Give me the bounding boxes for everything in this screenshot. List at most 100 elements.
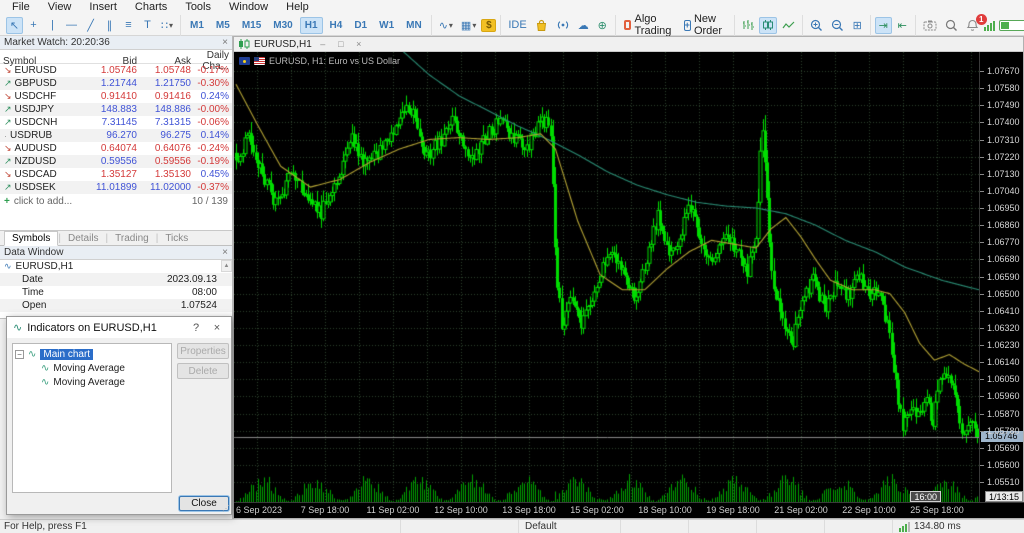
market-watch-header[interactable]: Market Watch: 20:20:36 × [0,36,232,50]
ide-button[interactable]: IDE [505,17,529,34]
market-watch-column-headers[interactable]: Symbol Bid Ask Daily Cha... [0,50,232,72]
timeframe-d1[interactable]: D1 [349,17,372,34]
delete-button[interactable]: Delete [177,363,229,379]
table-row[interactable]: ↗ GBPUSD 1.21744 1.21750 -0.30% [0,77,232,90]
horizontal-line-tool-icon[interactable]: ― [63,17,80,34]
timeframe-m30[interactable]: M30 [268,17,297,34]
table-row[interactable]: ↗ USDJPY 148.883 148.886 -0.00% [0,103,232,116]
zoom-in-icon[interactable] [807,17,826,34]
close-icon[interactable]: × [222,37,228,48]
tab-ticks[interactable]: Ticks [158,232,195,245]
market-bag-icon[interactable] [532,17,551,34]
properties-button[interactable]: Properties [177,343,229,359]
maximize-icon[interactable]: □ [334,39,348,49]
cloud-vps-icon[interactable]: ☁ [575,17,592,34]
table-row[interactable]: ↗ USDSEK 11.01899 11.02000 -0.37% [0,181,232,194]
price-chart-canvas[interactable] [234,52,981,504]
tab-symbols[interactable]: Symbols [4,231,59,246]
chart-window-titlebar[interactable]: EURUSD,H1 – □ × [234,37,1023,52]
chart-plot-area[interactable]: EURUSD, H1: Euro vs US Dollar 16:00 1/13… [234,52,1023,504]
price-tick-label: 1.06230 [980,340,1023,350]
tree-indicator-item[interactable]: ∿ Moving Average [15,375,169,389]
status-latency[interactable]: 134.80 ms [892,520,1024,533]
table-row[interactable]: · USDRUB 96.270 96.275 0.14% [0,129,232,142]
close-icon[interactable]: × [352,39,366,49]
minimize-icon[interactable]: – [316,39,330,49]
chevron-down-icon[interactable]: ▾ [449,21,453,30]
screenshot-camera-icon[interactable] [920,17,940,34]
table-row[interactable]: ↗ NZDUSD 0.59556 0.59556 -0.19% [0,155,232,168]
candlestick-mode-icon[interactable] [758,16,777,34]
web-terminal-globe-icon[interactable]: ⊕ [594,17,611,34]
chart-shift-icon[interactable]: ⇤ [894,17,911,34]
tab-details[interactable]: Details [61,232,106,245]
price-tick-label: 1.05870 [980,409,1023,419]
close-icon[interactable]: × [209,322,225,334]
fibonacci-tool-icon[interactable]: ≡ [120,17,137,34]
price-tick-label: 1.06680 [980,254,1023,264]
timeframe-m15[interactable]: M15 [237,17,266,34]
scroll-up-arrow[interactable]: ▲ [221,260,232,272]
deposit-icon[interactable]: $ [481,18,497,32]
menu-charts[interactable]: Charts [126,0,176,15]
connection-status[interactable] [983,19,1024,31]
data-window-symbol-row[interactable]: ∿ EURUSD,H1 [0,260,232,273]
menu-view[interactable]: View [39,0,81,15]
close-icon[interactable]: × [222,247,228,258]
data-window-header[interactable]: Data Window × [0,246,232,260]
indicators-tree[interactable]: − ∿ Main chart ∿ Moving Average ∿ Moving Av… [12,343,172,493]
vertical-line-tool-icon[interactable]: | [44,17,61,34]
cursor-tool-icon[interactable]: ↖ [6,16,23,34]
toolbar-group-zoom: ⊞ [803,14,871,36]
market-watch-body: ↘ EURUSD 1.05746 1.05748 -0.17% ↗ GBPUSD 1.2174… [0,64,232,194]
trendline-tool-icon[interactable]: ╱ [82,17,99,34]
tree-indicator-item[interactable]: ∿ Moving Average [15,361,169,375]
price-tick-label: 1.06770 [980,237,1023,247]
algo-trading-button[interactable]: Algo Trading [620,13,678,37]
crosshair-tool-icon[interactable]: + [25,17,42,34]
price-axis[interactable]: 1.05746 1.07670 1.07580 1.07490 1.07400 1.07… [979,52,1023,504]
indicators-dialog-titlebar[interactable]: ∿ Indicators on EURUSD,H1 ? × [7,317,231,338]
help-button[interactable]: ? [188,322,204,334]
indicators-list-icon[interactable]: ∿ ▾ [436,17,456,34]
resize-grip[interactable]: ⋰ [222,504,230,513]
table-row[interactable]: ↗ USDCNH 7.31145 7.31315 -0.06% [0,116,232,129]
status-cell [824,520,892,533]
table-row[interactable]: ↘ AUDUSD 0.64074 0.64076 -0.24% [0,142,232,155]
tab-trading[interactable]: Trading [108,232,156,245]
bar-chart-mode-icon[interactable] [739,17,757,34]
shapes-tool-icon[interactable]: ∷ ▾ [158,17,176,34]
menu-insert[interactable]: Insert [80,0,126,15]
tile-windows-icon[interactable]: ⊞ [849,17,866,34]
new-order-button[interactable]: + New Order [680,13,730,37]
menu-tools[interactable]: Tools [176,0,220,15]
tree-collapse-icon[interactable]: − [15,349,24,359]
chevron-down-icon[interactable]: ▾ [169,21,173,30]
objects-list-icon[interactable]: ▦ ▾ [458,17,479,34]
search-icon[interactable] [942,17,961,34]
menu-window[interactable]: Window [220,0,277,15]
time-axis[interactable]: 6 Sep 2023 7 Sep 18:00 11 Sep 02:00 12 Sep … [234,502,1024,518]
signals-broadcast-icon[interactable] [553,17,573,34]
timeframe-h4[interactable]: H4 [325,17,348,34]
chevron-down-icon[interactable]: ▾ [472,21,476,30]
timeframe-m1[interactable]: M1 [185,17,209,34]
menu-file[interactable]: File [3,0,39,15]
table-row[interactable]: ↘ USDCHF 0.91410 0.91416 0.24% [0,90,232,103]
table-row[interactable]: ↘ USDCAD 1.35127 1.35130 0.45% [0,168,232,181]
channel-tool-icon[interactable]: ∥ [101,17,118,34]
menu-help[interactable]: Help [277,0,318,15]
table-row[interactable]: ↘ EURUSD 1.05746 1.05748 -0.17% [0,64,232,77]
auto-scroll-icon[interactable]: ⇥ [874,16,892,34]
timeframe-h1[interactable]: H1 [299,16,323,34]
text-tool-icon[interactable]: T [139,17,156,34]
line-chart-mode-icon[interactable] [779,17,798,34]
notifications-bell-icon[interactable]: 1 [963,13,987,34]
status-profile[interactable]: Default [518,520,620,533]
timeframe-w1[interactable]: W1 [374,17,399,34]
zoom-out-icon[interactable] [828,17,847,34]
timeframe-mn[interactable]: MN [401,17,427,34]
add-symbol-row[interactable]: + click to add... 10 / 139 [0,194,232,208]
timeframe-m5[interactable]: M5 [211,17,235,34]
tree-root-row[interactable]: − ∿ Main chart [15,347,169,361]
